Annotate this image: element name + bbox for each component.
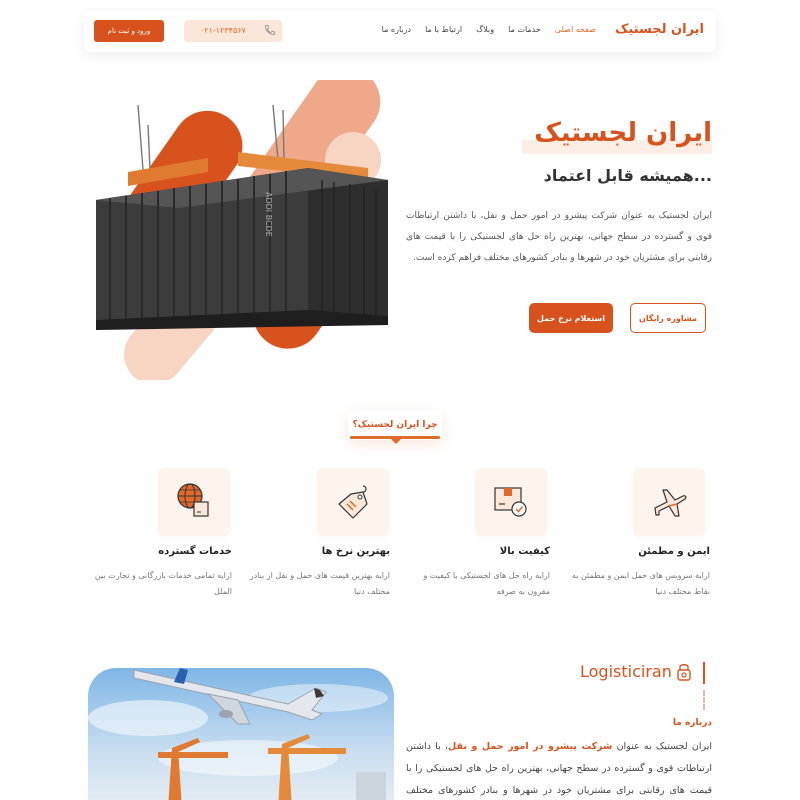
nav-item-blog[interactable]: وبلاگ bbox=[476, 25, 494, 34]
feature-description: ارایه بهترین قیمت های حمل و نقل از بنادر… bbox=[249, 571, 390, 596]
nav-item-home[interactable]: صفحه اصلی bbox=[555, 25, 596, 34]
feature-icon-box bbox=[633, 468, 705, 536]
globe-box-icon bbox=[177, 483, 209, 517]
feature-best-rates: بهترین نرخ ها ارایه بهترین قیمت های حمل … bbox=[240, 468, 390, 608]
feature-icon-box bbox=[158, 468, 230, 536]
feature-title: کیفیت بالا bbox=[499, 546, 550, 557]
lock-logo-icon bbox=[677, 664, 691, 681]
feature-safe: ایمن و مطمئن ارایه سرویس های حمل ایمن و … bbox=[560, 468, 710, 608]
shipping-quote-button[interactable]: استعلام نرخ حمل bbox=[529, 303, 613, 333]
feature-title: بهترین نرخ ها bbox=[321, 546, 390, 557]
feature-title: ایمن و مطمئن bbox=[638, 546, 710, 557]
airplane-icon bbox=[654, 489, 687, 517]
login-register-button[interactable]: ورود و ثبت نام bbox=[94, 20, 164, 42]
about-section-label: درباره ما bbox=[672, 718, 712, 728]
about-desc-highlight: شرکت پیشرو در امور حمل و نقل bbox=[448, 741, 613, 752]
free-consultation-button[interactable]: مشاوره رایگان bbox=[630, 303, 706, 333]
feature-quality: کیفیت بالا ارایه راه حل های لجستیکی با ک… bbox=[400, 468, 550, 608]
hero-container-illustration: ADDI BCDE bbox=[96, 80, 388, 380]
phone-number: ۰۲۱-۱۲۳۴۵۶۷ bbox=[200, 26, 246, 35]
nav-item-contact[interactable]: ارتباط با ما bbox=[425, 25, 462, 34]
about-brand-name: Logisticiran bbox=[580, 662, 672, 681]
package-check-icon bbox=[494, 487, 527, 517]
feature-wide-services: خدمات گسترده ارایه تمامی خدمات بازرگانی … bbox=[82, 468, 232, 608]
hero-description: ایران لجستیک به عنوان شرکت پیشرو در امور… bbox=[406, 211, 712, 263]
container-code: ADDI BCDE bbox=[264, 192, 273, 237]
site-logo[interactable]: ایران لجستیک bbox=[615, 22, 704, 37]
about-dashed-line bbox=[703, 690, 705, 710]
site-header: ایران لجستیک صفحه اصلی خدمات ما وبلاگ ار… bbox=[84, 10, 716, 52]
nav-item-about[interactable]: درباره ما bbox=[382, 25, 411, 34]
phone-icon bbox=[265, 25, 275, 35]
hero-subtitle: همیشه قابل اعتماد... bbox=[543, 166, 712, 185]
feature-icon-box bbox=[317, 468, 389, 536]
about-description: ایران لجستیک به عنوان شرکت پیشرو در امور… bbox=[406, 736, 712, 800]
nav-item-services[interactable]: خدمات ما bbox=[508, 25, 541, 34]
feature-description: ارایه تمامی خدمات بازرگانی و تجارت بین ا… bbox=[94, 571, 232, 596]
airplane-port-photo bbox=[88, 668, 394, 800]
feature-icon-box bbox=[475, 468, 547, 536]
hero-title: ایران لجستیک bbox=[534, 118, 712, 148]
why-badge-arrow bbox=[390, 438, 402, 444]
about-section-image bbox=[88, 668, 394, 800]
feature-title: خدمات گسترده bbox=[158, 546, 232, 557]
about-desc-part1: ایران لجستیک به عنوان bbox=[612, 741, 712, 752]
phone-badge[interactable]: ۰۲۱-۱۲۳۴۵۶۷ bbox=[184, 20, 282, 42]
about-accent-line bbox=[703, 662, 705, 684]
price-tag-icon bbox=[338, 485, 368, 519]
main-nav: صفحه اصلی خدمات ما وبلاگ ارتباط با ما در… bbox=[382, 25, 596, 34]
feature-description: ارایه سرویس های حمل ایمن و مطمئن به نقاط… bbox=[571, 571, 710, 596]
feature-description: ارایه راه حل های لجستیکی با کیفیت و مقرو… bbox=[423, 571, 550, 596]
